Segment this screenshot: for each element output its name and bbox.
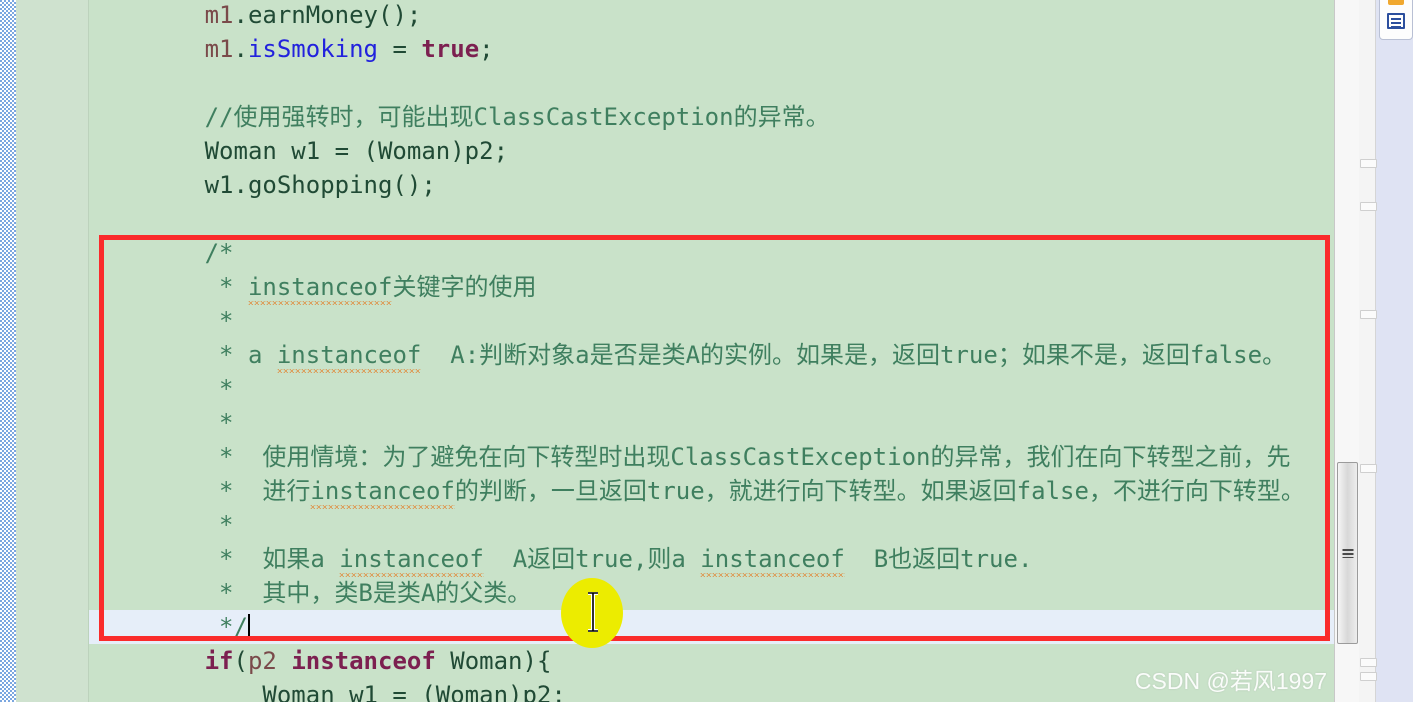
ibeam-cursor-icon bbox=[587, 591, 599, 633]
code-token: .earnMoney(); bbox=[233, 1, 422, 29]
code-line[interactable]: * a instanceof A:判断对象a是否是类A的实例。如果是，返回tru… bbox=[89, 338, 1334, 372]
code-token: p2 bbox=[247, 647, 277, 675]
spellcheck-token: instanceof bbox=[247, 273, 393, 301]
overview-ruler[interactable] bbox=[1334, 0, 1377, 702]
code-token: 的判断，一旦返回true，就进行向下转型。如果返回false，不进行向下转型。 bbox=[454, 477, 1305, 505]
code-token: * a bbox=[89, 341, 277, 369]
code-editor[interactable]: 5859606162636465666768697071727374757677… bbox=[0, 0, 1413, 702]
code-line[interactable]: //使用强转时，可能出现ClassCastException的异常。 bbox=[89, 100, 1334, 134]
code-token: ; bbox=[479, 35, 494, 63]
code-line[interactable]: * bbox=[89, 406, 1334, 440]
code-line[interactable]: * instanceof关键字的使用 bbox=[89, 270, 1334, 304]
code-token: 关键字的使用 bbox=[392, 273, 537, 301]
code-line[interactable]: Woman w1 = (Woman)p2; bbox=[89, 134, 1334, 168]
csdn-watermark: CSDN @若风1997 bbox=[1134, 668, 1327, 694]
code-token: w1.goShopping(); bbox=[89, 171, 436, 199]
code-line[interactable]: w1.goShopping(); bbox=[89, 168, 1334, 202]
code-line[interactable] bbox=[89, 202, 1334, 236]
gutter-separator bbox=[88, 0, 89, 702]
code-token: ( bbox=[233, 647, 248, 675]
code-token: //使用强转时，可能出现ClassCastException的异常。 bbox=[89, 103, 830, 131]
code-token: true bbox=[421, 35, 480, 63]
code-token: * 进行 bbox=[89, 477, 311, 505]
code-line[interactable]: * 如果a instanceof A返回true,则a instanceof B… bbox=[89, 542, 1334, 576]
spellcheck-token: instanceof bbox=[700, 545, 845, 573]
spellcheck-token: instanceof bbox=[310, 477, 455, 505]
code-token: * bbox=[89, 273, 248, 301]
code-line[interactable]: * bbox=[89, 372, 1334, 406]
vertical-scrollbar-thumb[interactable] bbox=[1337, 462, 1358, 644]
code-token: * bbox=[89, 409, 234, 437]
code-token: * bbox=[89, 511, 234, 539]
editor-right-panel[interactable] bbox=[1334, 0, 1413, 702]
code-text-area[interactable]: m1.earnMoney(); m1.isSmoking = true; //使… bbox=[89, 0, 1334, 702]
document-panel-icon[interactable] bbox=[1379, 0, 1413, 40]
code-line[interactable] bbox=[89, 66, 1334, 100]
warning-badge-icon bbox=[1388, 0, 1404, 5]
overview-ruler-marker[interactable] bbox=[1360, 658, 1377, 667]
code-token: Woman){ bbox=[435, 647, 552, 675]
line-number-gutter[interactable] bbox=[16, 0, 88, 702]
code-line[interactable]: * 其中，类B是类A的父类。 bbox=[89, 576, 1334, 610]
code-line[interactable]: * bbox=[89, 508, 1334, 542]
code-token: /* bbox=[89, 239, 234, 267]
vertical-scrollbar-track[interactable] bbox=[1335, 0, 1359, 702]
code-token: A:判断对象a是否是类A的实例。如果是，返回true；如果不是，返回false。 bbox=[421, 341, 1287, 369]
code-token: if bbox=[204, 647, 234, 675]
code-token: * bbox=[89, 307, 234, 335]
code-line[interactable]: /* bbox=[89, 236, 1334, 270]
code-token: Woman w1 = (Woman)p2; bbox=[89, 137, 509, 165]
code-line[interactable]: */ bbox=[89, 610, 1334, 644]
spellcheck-token: instanceof bbox=[339, 545, 484, 573]
code-token: instanceof bbox=[291, 647, 436, 675]
code-token: = bbox=[378, 35, 422, 63]
code-token: * bbox=[89, 375, 234, 403]
code-token: m1 bbox=[204, 35, 234, 63]
code-line[interactable]: * bbox=[89, 304, 1334, 338]
scrollbar-grip-icon bbox=[1342, 549, 1353, 558]
code-line[interactable]: * 进行instanceof的判断，一旦返回true，就进行向下转型。如果返回f… bbox=[89, 474, 1334, 508]
code-token: */ bbox=[89, 613, 248, 641]
spellcheck-token: instanceof bbox=[276, 341, 422, 369]
code-token: isSmoking bbox=[247, 35, 378, 63]
code-line[interactable]: m1.earnMoney(); bbox=[89, 0, 1334, 32]
overview-ruler-marker[interactable] bbox=[1360, 202, 1377, 211]
code-token: * 使用情境：为了避免在向下转型时出现ClassCastException的异常… bbox=[89, 443, 1291, 471]
text-caret bbox=[247, 614, 250, 640]
document-glyph-icon bbox=[1387, 13, 1405, 29]
code-token: A返回true,则a bbox=[483, 545, 701, 573]
code-token: m1 bbox=[204, 1, 234, 29]
overview-ruler-marker[interactable] bbox=[1360, 159, 1377, 168]
overview-ruler-marker[interactable] bbox=[1360, 464, 1377, 473]
code-token: B也返回true. bbox=[844, 545, 1033, 573]
code-token: . bbox=[233, 35, 248, 63]
code-line[interactable]: * 使用情境：为了避免在向下转型时出现ClassCastException的异常… bbox=[89, 440, 1334, 474]
editor-left-margin-strip bbox=[0, 0, 16, 702]
code-line[interactable]: m1.isSmoking = true; bbox=[89, 32, 1334, 66]
overview-ruler-marker[interactable] bbox=[1360, 310, 1377, 319]
overview-ruler-marker[interactable] bbox=[1360, 672, 1377, 681]
code-token: * 如果a bbox=[89, 545, 340, 573]
code-token: Woman w1 = (Woman)p2; bbox=[89, 681, 566, 702]
code-token: * 其中，类B是类A的父类。 bbox=[89, 579, 532, 607]
